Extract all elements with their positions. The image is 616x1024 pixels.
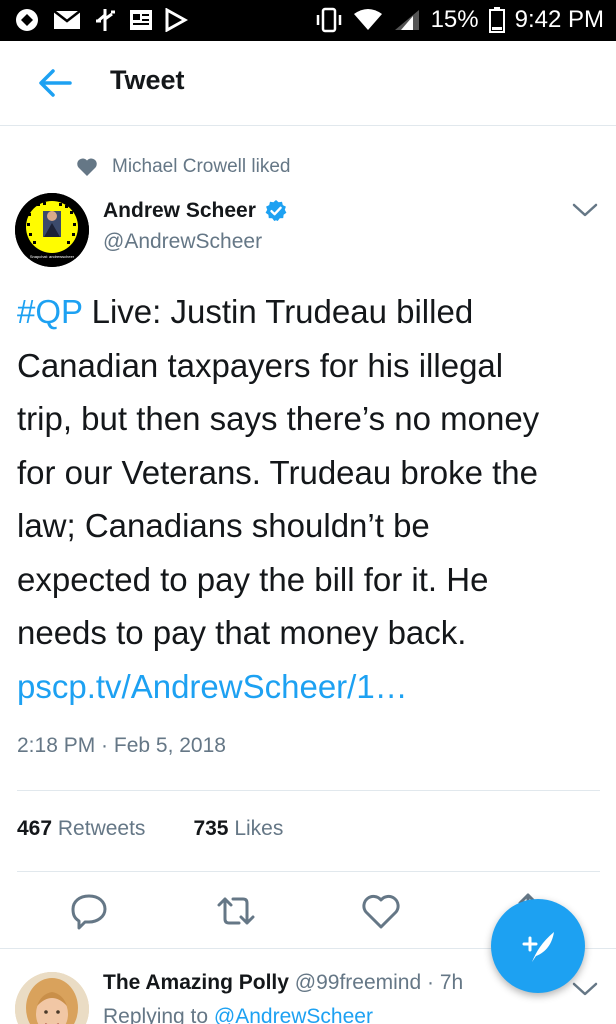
divider: [17, 790, 600, 791]
chevron-down-icon: [572, 203, 598, 217]
replying-to: Replying to @AndrewScheer: [103, 1005, 373, 1024]
tweet-line: for our Veterans. Trudeau broke the: [17, 453, 538, 491]
retweet-button[interactable]: [213, 888, 259, 934]
tweet-line: expected to pay the bill for it. He: [17, 560, 489, 598]
like-icon: [362, 894, 400, 929]
author-name[interactable]: Andrew Scheer: [103, 199, 288, 223]
hashtag-link[interactable]: #QP: [17, 293, 82, 330]
tweet-stats: 467 Retweets 735 Likes: [17, 817, 283, 841]
compose-tweet-icon: [522, 932, 554, 962]
replying-to-prefix: Replying to: [103, 1005, 214, 1024]
back-arrow-icon: [39, 69, 72, 97]
like-button[interactable]: [358, 888, 404, 934]
app-header: Tweet: [0, 41, 616, 126]
page-title: Tweet: [110, 65, 185, 95]
status-bar: 15% 9:42 PM: [0, 0, 616, 41]
usb-icon: [96, 9, 115, 31]
clock: 9:42 PM: [514, 6, 604, 33]
social-context-text: Michael Crowell liked: [112, 156, 291, 177]
sync-icon: [16, 9, 38, 31]
tweet-options-button[interactable]: [570, 198, 600, 222]
reply-separator: ·: [421, 971, 440, 994]
snapcode-caption: Snapchat: andrewscheer: [29, 254, 75, 259]
tweet-url-link[interactable]: pscp.tv/AndrewScheer/1…: [17, 668, 408, 705]
retweets-label: Retweets: [57, 817, 146, 840]
mail-icon: [53, 10, 81, 29]
reply-author-avatar[interactable]: [15, 972, 89, 1024]
reply-button[interactable]: [66, 888, 112, 934]
compose-tweet-button[interactable]: [491, 899, 585, 993]
notification-icons: [12, 6, 188, 34]
retweet-icon: [217, 897, 255, 925]
likes-label: Likes: [234, 817, 284, 840]
reply-icon: [71, 894, 107, 930]
tweet-line: law; Canadians shouldn’t be: [17, 507, 430, 544]
reply-author-handle[interactable]: @99freemind: [295, 971, 421, 994]
author-avatar[interactable]: Snapchat: andrewscheer: [15, 193, 89, 267]
system-status: 15% 9:42 PM: [315, 6, 604, 34]
signal-icon: [394, 10, 419, 30]
likes-count: 735: [193, 817, 229, 840]
battery-percent: 15%: [430, 6, 479, 33]
social-context[interactable]: Michael Crowell liked: [76, 156, 290, 178]
tweet-line: Live: Justin Trudeau billed: [82, 293, 474, 330]
back-button[interactable]: [36, 65, 74, 101]
play-store-icon: [165, 8, 188, 32]
reply-time: 7h: [439, 971, 464, 994]
retweets-stat[interactable]: 467 Retweets: [17, 817, 145, 841]
author-handle[interactable]: @AndrewScheer: [103, 230, 262, 254]
news-icon: [130, 10, 152, 30]
retweets-count: 467: [17, 817, 53, 840]
wifi-icon: [353, 9, 382, 30]
tweet-line: trip, but then says there’s no money: [17, 400, 540, 437]
verified-badge-icon: [265, 200, 287, 221]
likes-stat[interactable]: 735 Likes: [193, 817, 283, 841]
author-name-text: Andrew Scheer: [103, 199, 256, 222]
battery-icon: [488, 7, 505, 33]
replying-to-handle[interactable]: @AndrewScheer: [214, 1005, 373, 1024]
vibrate-icon: [316, 7, 341, 33]
tweet-line: needs to pay that money back.: [17, 614, 467, 651]
reply-header: The Amazing Polly @99freemind · 7h: [103, 971, 463, 995]
heart-filled-icon: [77, 158, 97, 176]
tweet-text: #QP Live: Justin Trudeau billed Canadian…: [17, 285, 607, 713]
reply-options-button[interactable]: [570, 977, 600, 1001]
divider: [17, 871, 600, 872]
reply-author-name[interactable]: The Amazing Polly: [103, 971, 289, 994]
chevron-down-icon: [572, 982, 598, 996]
tweet-timestamp: 2:18 PM · Feb 5, 2018: [17, 734, 226, 757]
tweet-line: Canadian taxpayers for his illegal: [17, 346, 504, 384]
reply-avatar-image: [15, 972, 89, 1024]
